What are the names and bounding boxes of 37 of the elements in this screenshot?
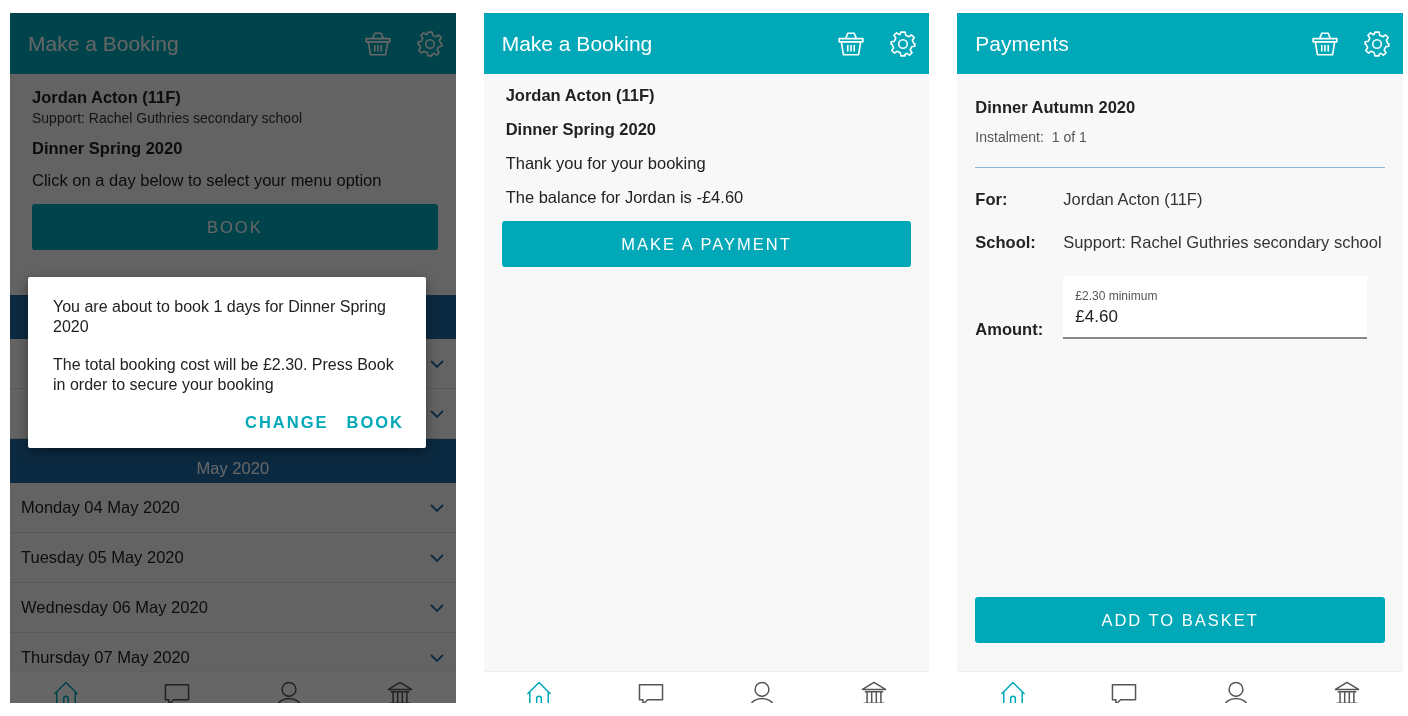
course-name: Dinner Spring 2020 — [505, 120, 658, 139]
screen-title: Make a Booking — [501, 31, 654, 56]
field-label: Amount: — [975, 320, 1045, 339]
field-value: Jordan Acton (11F) — [1063, 190, 1203, 209]
add-to-basket-button[interactable]: ADD TO BASKET — [975, 597, 1385, 643]
dialog-message: You are about to book 1 days for Dinner Spring 2020 — [53, 297, 387, 337]
screen-title: Payments — [975, 31, 1070, 56]
message-text: The balance for Jordan is -£4.60 — [505, 188, 745, 207]
instruction-text: Click on a day below to select your menu option — [32, 171, 383, 190]
field-label: For: — [975, 190, 1009, 209]
basket-icon[interactable] — [837, 29, 866, 58]
field-value: Support: Rachel Guthries secondary school — [1063, 233, 1382, 252]
make-payment-button[interactable]: MAKE A PAYMENT — [501, 221, 912, 267]
basket-icon[interactable] — [363, 29, 392, 58]
dialog-action-button[interactable]: CHANGE — [245, 413, 329, 432]
message-text: Thank you for your booking — [505, 154, 707, 173]
settings-icon[interactable] — [1363, 29, 1391, 58]
day-row[interactable]: Wednesday 06 May 2020 — [10, 583, 456, 633]
day-row[interactable]: Tuesday 05 May 2020 — [10, 533, 456, 583]
settings-icon[interactable] — [889, 29, 918, 58]
student-name: Jordan Acton (11F) — [32, 88, 182, 107]
book-button[interactable]: BOOK — [32, 204, 438, 250]
amount-field[interactable]: £2.30 minimum £4.60 — [1063, 276, 1368, 339]
instalment-label: Instalment: — [975, 129, 1044, 145]
school-name: Support: Rachel Guthries secondary school — [32, 110, 304, 126]
instalment-value: 1 of 1 — [1051, 129, 1087, 145]
basket-icon[interactable] — [1311, 29, 1339, 58]
field-label: School: — [975, 233, 1037, 252]
dialog-detail: The total booking cost will be £2.30. Press Book in order to secure your booking — [53, 355, 395, 395]
dialog-action-button[interactable]: BOOK — [346, 413, 404, 432]
screen-title: Make a Booking — [28, 31, 180, 56]
course-name: Dinner Autumn 2020 — [975, 98, 1137, 117]
student-name: Jordan Acton (11F) — [505, 86, 656, 105]
course-name: Dinner Spring 2020 — [32, 139, 184, 158]
month-label: May 2020 — [196, 459, 270, 478]
day-row[interactable]: Monday 04 May 2020 — [10, 483, 456, 533]
settings-icon[interactable] — [415, 29, 444, 58]
